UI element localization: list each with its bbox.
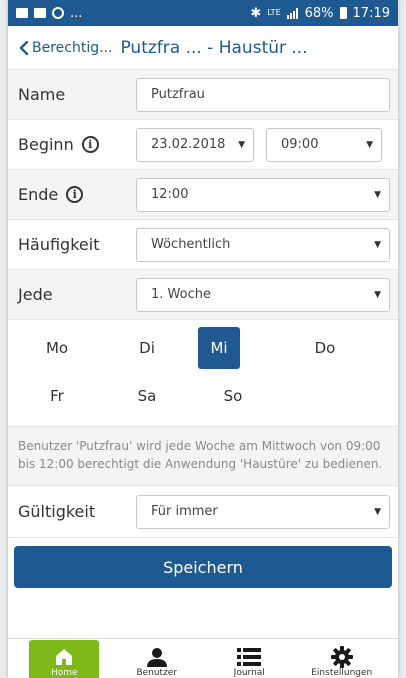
beginn-date-select[interactable]: 23.02.2018 ▼ [136,127,254,162]
more-notifications: ... [70,5,83,21]
name-label: Name [18,85,66,104]
chevron-left-icon [19,40,29,55]
user-icon [146,646,168,668]
lte-indicator: LTE [267,8,281,17]
day-mo[interactable]: Mo [30,327,84,369]
caret-down-icon: ▼ [374,189,381,200]
beginn-label: Beginn i [18,135,136,154]
jede-row: Jede 1. Woche ▼ [8,270,398,320]
list-icon [237,646,262,668]
home-icon [55,646,73,668]
clock: 17:19 [352,5,390,21]
haeufigkeit-select[interactable]: Wöchentlich ▼ [136,227,390,262]
day-do[interactable]: Do [298,327,352,369]
ende-row: Ende i 12:00 ▼ [8,170,398,220]
save-button[interactable]: Speichern [14,546,392,588]
day-fr[interactable]: Fr [30,375,84,417]
gueltigkeit-row: Gültigkeit Für immer ▼ [8,486,398,538]
nav-benutzer[interactable]: Benutzer [122,640,192,678]
caret-down-icon: ▼ [366,139,373,150]
jede-select[interactable]: 1. Woche ▼ [136,277,390,312]
caret-down-icon: ▼ [374,239,381,250]
battery-icon [339,7,347,19]
battery-percent: 68% [304,5,334,21]
day-di[interactable]: Di [120,327,174,369]
page-header: Berechtig... Putzfra ... - Haustür ... [8,26,398,70]
info-icon[interactable]: i [66,186,84,203]
day-mi[interactable]: Mi [198,327,240,369]
name-row: Name Putzfrau [8,70,398,120]
haeufigkeit-row: Häufigkeit Wöchentlich ▼ [8,220,398,270]
ende-label: Ende i [18,185,136,204]
page-title: Putzfra ... - Haustür ... [120,37,308,58]
schedule-description: Benutzer 'Putzfrau' wird jede Woche am M… [8,427,398,486]
ende-time-select[interactable]: 12:00 ▼ [136,177,390,212]
nav-einstellungen[interactable]: Einstellungen [307,640,377,678]
jede-label: Jede [18,285,53,304]
caret-down-icon: ▼ [374,289,381,300]
message-notification-icon [34,8,46,18]
image-notification-icon [16,8,28,18]
nav-benutzer-label: Benutzer [136,668,178,678]
caret-down-icon: ▼ [238,139,245,150]
gear-icon [330,646,353,668]
day-sa[interactable]: Sa [120,375,174,417]
info-icon[interactable]: i [81,136,99,153]
gueltigkeit-label: Gültigkeit [18,502,96,521]
bottom-navigation: Home Benutzer Journal Einstellungen [8,638,398,678]
back-button[interactable]: Berechtig... [18,40,112,56]
app-screen: ... ✱ LTE 68% 17:19 Berechtig... Putzfra… [8,0,398,678]
haeufigkeit-label: Häufigkeit [18,235,100,254]
nav-home[interactable]: Home [29,640,100,678]
caret-down-icon: ▼ [374,506,381,517]
weekday-picker: Mo Di Mi Do Fr Sa So [8,320,398,427]
bluetooth-icon: ✱ [250,5,262,21]
beginn-time-select[interactable]: 09:00 ▼ [266,127,382,162]
day-so[interactable]: So [206,375,260,417]
back-label: Berechtig... [32,39,113,56]
gueltigkeit-select[interactable]: Für immer ▼ [136,494,390,529]
status-bar: ... ✱ LTE 68% 17:19 [8,0,398,26]
nav-journal[interactable]: Journal [214,640,284,678]
nav-einstellungen-label: Einstellungen [311,668,373,678]
name-input[interactable]: Putzfrau [136,77,390,112]
nav-journal-label: Journal [233,668,265,678]
sync-notification-icon [52,7,64,19]
signal-icon [286,7,299,19]
nav-home-label: Home [50,668,78,678]
beginn-row: Beginn i 23.02.2018 ▼ 09:00 ▼ [8,120,398,170]
